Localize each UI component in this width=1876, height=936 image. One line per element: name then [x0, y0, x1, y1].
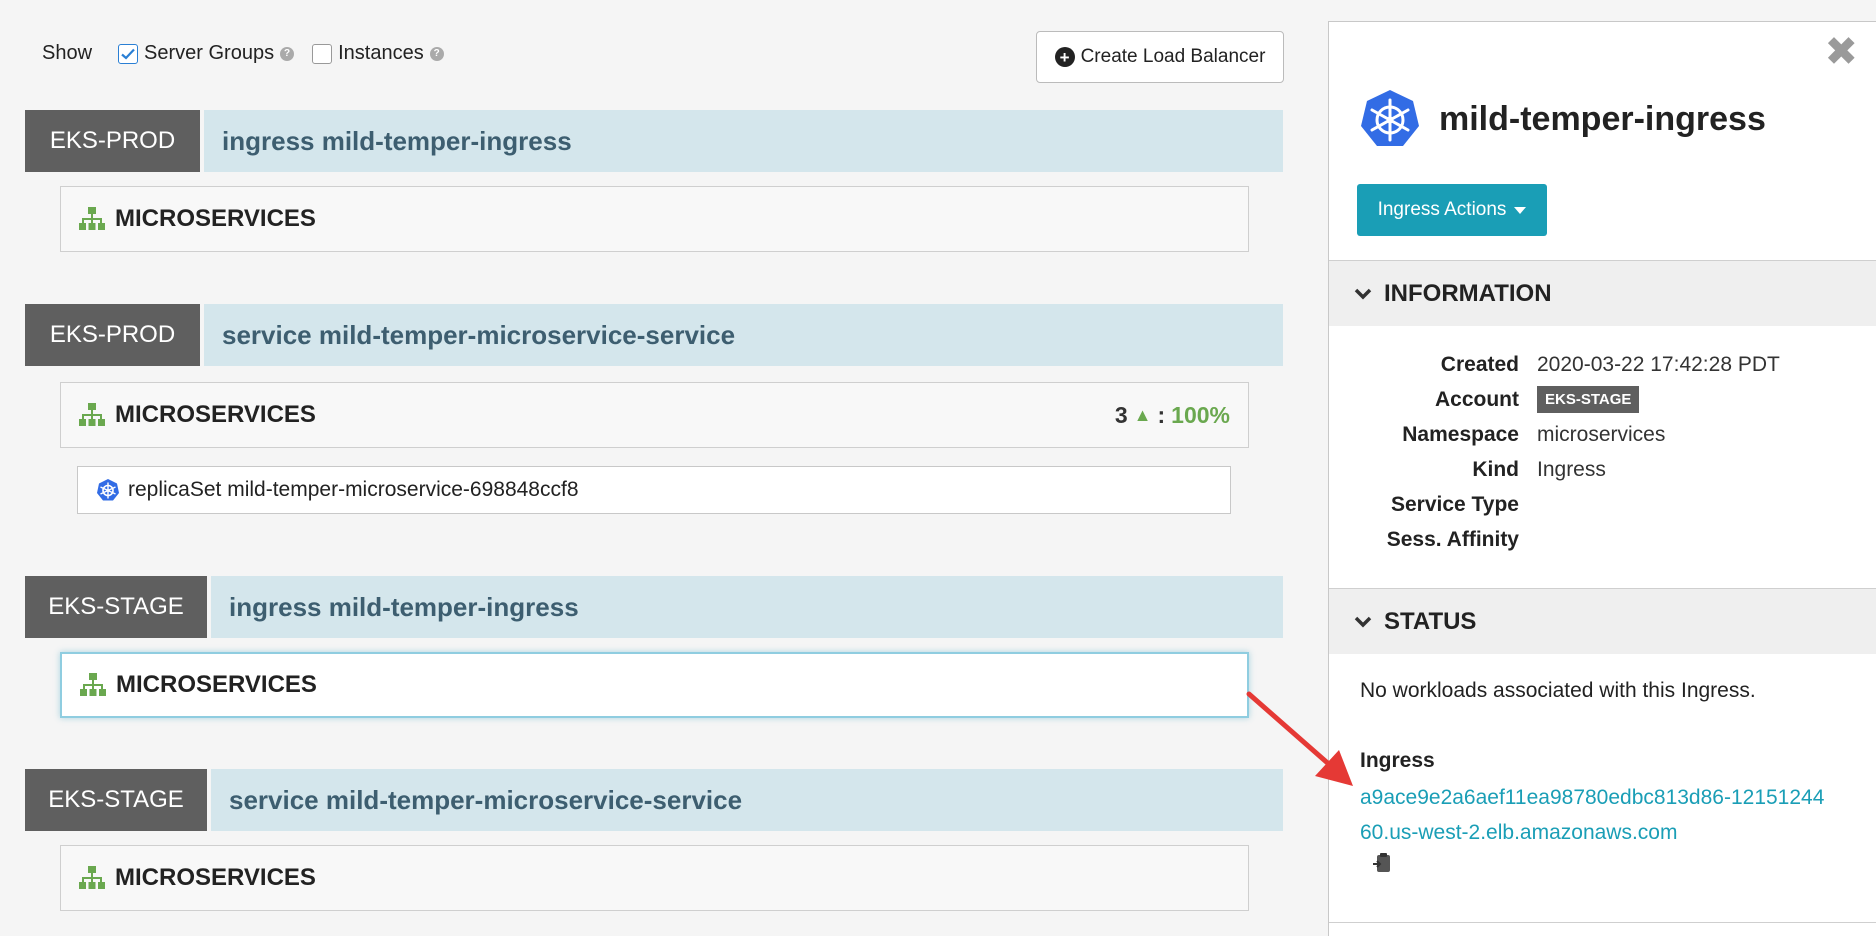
kubernetes-logo-icon: [1361, 90, 1419, 146]
cluster-name: MICROSERVICES: [115, 864, 316, 891]
session-affinity-label: Sess. Affinity: [1386, 527, 1519, 551]
kind-label: Kind: [1472, 457, 1519, 481]
copy-to-clipboard-icon[interactable]: [1372, 852, 1392, 874]
account-badge: EKS-PROD: [25, 110, 200, 172]
namespace-value: microservices: [1537, 422, 1666, 446]
instance-count: 3: [1114, 401, 1128, 428]
section-divider: [1329, 922, 1876, 923]
panel-title: mild-temper-ingress: [1439, 99, 1766, 138]
load-balancer-group-header[interactable]: EKS-STAGE ingress mild-temper-ingress: [25, 576, 1283, 638]
cluster-row[interactable]: MICROSERVICES: [60, 186, 1249, 252]
chevron-down-icon: [1354, 288, 1372, 300]
cluster-name: MICROSERVICES: [115, 205, 316, 232]
account-tag: EKS-STAGE: [1537, 386, 1640, 413]
cluster-name: MICROSERVICES: [115, 401, 316, 428]
server-groups-toggle[interactable]: Server Groups ?: [118, 42, 295, 65]
information-list: Created 2020-03-22 17:42:28 PDT Account EK…: [1329, 347, 1876, 557]
sitemap-icon: [80, 673, 106, 697]
account-badge: EKS-PROD: [25, 304, 200, 366]
filter-toolbar: Show Server Groups ? Instances ?: [42, 42, 462, 65]
close-icon[interactable]: ✖: [1824, 32, 1858, 72]
replica-set-row[interactable]: replicaSet mild-temper-microservice-6988…: [77, 466, 1231, 514]
plus-circle-icon: +: [1054, 47, 1075, 67]
caret-down-icon: [1514, 206, 1527, 214]
server-groups-label: Server Groups: [144, 42, 275, 64]
up-arrow-icon: ▲: [1133, 404, 1152, 425]
ingress-host-link[interactable]: a9ace9e2a6aef11ea98780edbc813d86-1215124…: [1360, 780, 1830, 850]
created-label: Created: [1440, 352, 1519, 376]
show-label: Show: [42, 42, 93, 64]
ingress-actions-label: Ingress Actions: [1377, 199, 1507, 220]
account-badge: EKS-STAGE: [25, 769, 207, 831]
cluster-row[interactable]: MICROSERVICES: [60, 845, 1249, 911]
instances-toggle[interactable]: Instances ?: [312, 42, 444, 65]
cluster-row[interactable]: MICROSERVICES 3 ▲ : 100%: [60, 382, 1249, 448]
load-balancer-title[interactable]: ingress mild-temper-ingress: [204, 110, 1283, 172]
help-icon[interactable]: ?: [429, 46, 444, 61]
information-title: INFORMATION: [1384, 279, 1552, 307]
created-value: 2020-03-22 17:42:28 PDT: [1537, 352, 1780, 376]
health-summary: 3 ▲ : 100%: [1115, 402, 1230, 429]
sitemap-icon: [79, 866, 105, 890]
chevron-down-icon: [1354, 616, 1372, 628]
create-load-balancer-label: Create Load Balancer: [1080, 46, 1266, 67]
account-badge: EKS-STAGE: [25, 576, 207, 638]
help-icon[interactable]: ?: [280, 46, 295, 61]
load-balancer-title[interactable]: ingress mild-temper-ingress: [211, 576, 1283, 638]
account-label: Account: [1435, 387, 1519, 411]
cluster-row-selected[interactable]: MICROSERVICES: [60, 652, 1249, 718]
instances-checkbox[interactable]: [312, 43, 333, 64]
no-workloads-text: No workloads associated with this Ingres…: [1360, 679, 1756, 702]
information-section-header[interactable]: INFORMATION: [1329, 260, 1876, 326]
load-balancers-view: Show Server Groups ? Instances ? + Creat…: [0, 0, 1876, 936]
health-separator: :: [1157, 401, 1166, 428]
panel-header: mild-temper-ingress: [1359, 88, 1766, 150]
service-type-label: Service Type: [1390, 492, 1519, 516]
check-icon: [121, 48, 135, 60]
kubernetes-icon: [96, 478, 120, 502]
load-balancer-title[interactable]: service mild-temper-microservice-service: [204, 304, 1283, 366]
ingress-label: Ingress: [1360, 749, 1435, 772]
instances-label: Instances: [338, 42, 424, 64]
health-percent: 100%: [1171, 401, 1230, 428]
sitemap-icon: [79, 207, 105, 231]
namespace-label: Namespace: [1402, 422, 1519, 446]
load-balancer-group-header[interactable]: EKS-STAGE service mild-temper-microservi…: [25, 769, 1283, 831]
load-balancer-title[interactable]: service mild-temper-microservice-service: [211, 769, 1283, 831]
kind-value: Ingress: [1537, 457, 1606, 481]
cluster-name: MICROSERVICES: [116, 671, 317, 698]
load-balancer-group-header[interactable]: EKS-PROD service mild-temper-microservic…: [25, 304, 1283, 366]
status-title: STATUS: [1384, 607, 1477, 635]
details-panel: ✖ mild-temper-ingress Ingress Actions IN…: [1328, 21, 1876, 936]
create-load-balancer-button[interactable]: + Create Load Balancer: [1036, 31, 1284, 83]
load-balancer-group-header[interactable]: EKS-PROD ingress mild-temper-ingress: [25, 110, 1283, 172]
ingress-actions-button[interactable]: Ingress Actions: [1357, 184, 1547, 236]
status-section-header[interactable]: STATUS: [1329, 588, 1876, 654]
replica-set-name: replicaSet mild-temper-microservice-6988…: [128, 478, 579, 501]
server-groups-checkbox[interactable]: [118, 43, 139, 64]
sitemap-icon: [79, 403, 105, 427]
